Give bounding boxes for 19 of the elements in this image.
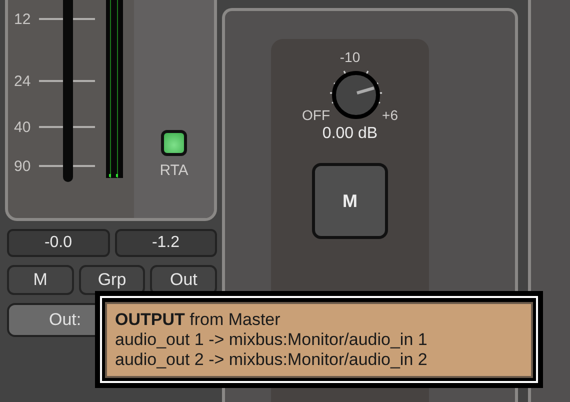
scale-label: 40 xyxy=(14,118,32,136)
scale-label: 12 xyxy=(14,10,32,28)
knob-scale-label: -10 xyxy=(340,49,360,65)
scale-label: 24 xyxy=(14,72,32,90)
rta-label: RTA xyxy=(160,162,188,179)
gain-readout: -1.2 xyxy=(114,229,217,257)
mute-button[interactable]: M xyxy=(312,163,388,239)
fader-track[interactable] xyxy=(63,0,73,182)
tooltip-line: audio_out 1 -> mixbus:Monitor/audio_in 1 xyxy=(115,330,428,350)
strip-button[interactable]: M xyxy=(7,265,74,295)
knob-value: 0.00 dB xyxy=(322,125,378,143)
gain-readout: -0.0 xyxy=(7,229,110,257)
tooltip-line: audio_out 2 -> mixbus:Monitor/audio_in 2 xyxy=(115,350,428,370)
knob-scale-label: +6 xyxy=(382,107,398,123)
knob-scale-label: OFF xyxy=(302,107,330,123)
scale-label: 90 xyxy=(14,158,32,174)
rta-button[interactable] xyxy=(161,130,187,156)
strip-button[interactable]: Grp xyxy=(78,265,146,295)
tooltip-title: OUTPUT from Master xyxy=(115,310,282,330)
